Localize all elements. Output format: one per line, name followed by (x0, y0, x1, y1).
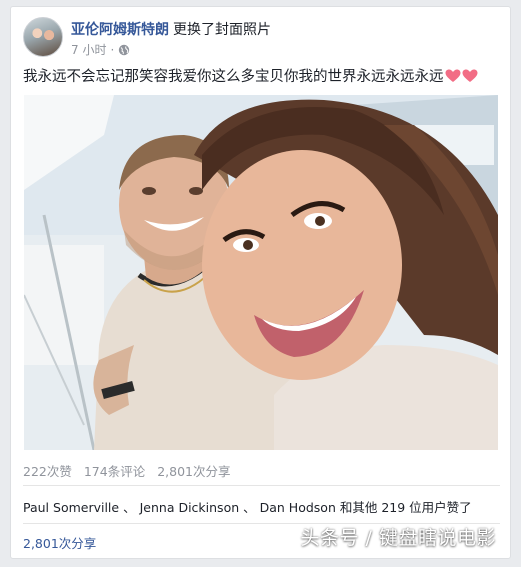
liker-separator: 、 (243, 500, 256, 515)
likers-suffix[interactable]: 和其他 219 位用户赞了 (340, 500, 472, 515)
comments-count[interactable]: 174条评论 (84, 464, 145, 479)
caption-text: 我永远不会忘记那笑容我爱你这么多宝贝你我的世界永远永远永远 (23, 69, 444, 85)
post-card: 亚伦阿姆斯特朗 更换了封面照片 7 小时 · 我永远不会忘记那笑容我爱你这么多宝贝… (10, 6, 511, 559)
shares-link[interactable]: 2,801次分享 (23, 533, 96, 552)
post-caption: 我永远不会忘记那笑容我爱你这么多宝贝你我的世界永远永远永远 (23, 67, 503, 87)
watermark: 头条号 / 键盘瞎说电影 (300, 527, 496, 549)
post-action-text: 更换了封面照片 (173, 22, 271, 38)
globe-icon[interactable] (118, 44, 130, 56)
meta-separator: · (110, 42, 115, 57)
likers-summary: Paul Somerville 、 Jenna Dickinson 、 Dan … (23, 497, 472, 516)
post-stats: 222次赞 174条评论 2,801次分享 (23, 461, 243, 480)
author-line: 亚伦阿姆斯特朗 更换了封面照片 (71, 19, 271, 39)
liker-separator: 、 (123, 500, 136, 515)
liker-name-link[interactable]: Jenna Dickinson (140, 500, 240, 515)
post-header: 亚伦阿姆斯特朗 更换了封面照片 7 小时 · (23, 15, 499, 65)
avatar[interactable] (23, 17, 63, 57)
post-time-link[interactable]: 7 小时 (71, 41, 106, 58)
cover-photo[interactable] (24, 95, 498, 450)
liker-name-link[interactable]: Dan Hodson (260, 500, 336, 515)
author-name-link[interactable]: 亚伦阿姆斯特朗 (71, 22, 169, 38)
heart-icon (462, 69, 478, 83)
shares-count[interactable]: 2,801次分享 (157, 464, 230, 479)
liker-name-link[interactable]: Paul Somerville (23, 500, 119, 515)
heart-icon (445, 69, 461, 83)
divider (23, 485, 500, 486)
post-meta: 7 小时 · (71, 41, 130, 58)
likes-count[interactable]: 222次赞 (23, 464, 72, 479)
